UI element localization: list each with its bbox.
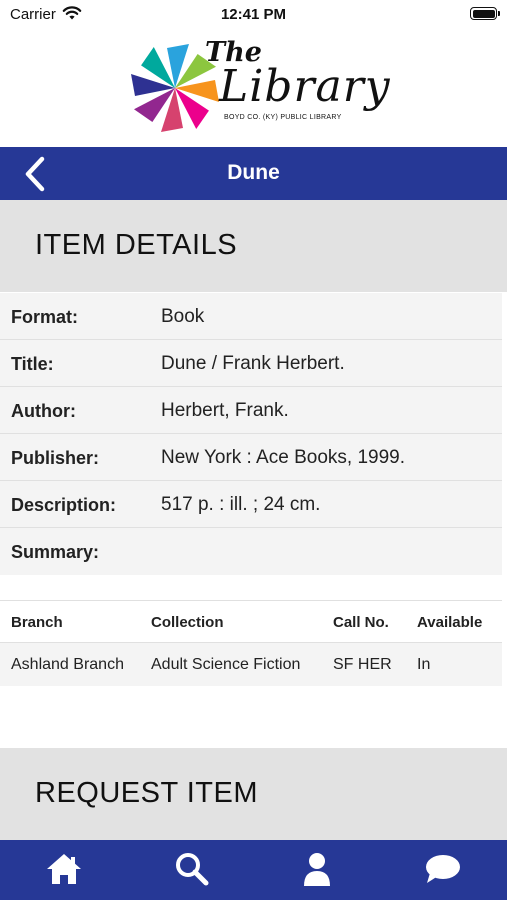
tab-search[interactable]	[172, 850, 212, 888]
item-details-table: Format: Book Title: Dune / Frank Herbert…	[0, 293, 502, 575]
holdings-header-row: Branch Collection Call No. Available	[0, 600, 502, 643]
detail-label: Summary:	[11, 542, 100, 562]
detail-label: Description:	[11, 495, 117, 515]
column-header-branch: Branch	[11, 614, 63, 631]
page-title: Dune	[227, 161, 280, 184]
detail-value: Dune / Frank Herbert.	[161, 353, 345, 374]
detail-row-publisher: Publisher: New York : Ace Books, 1999.	[0, 434, 502, 481]
item-details-header: ITEM DETAILS	[0, 200, 507, 292]
tab-chat[interactable]	[422, 850, 462, 888]
library-logo: The Library BOYD CO. (KY) PUBLIC LIBRARY	[0, 30, 507, 147]
home-icon	[47, 854, 81, 884]
detail-value: Herbert, Frank.	[161, 400, 289, 421]
detail-value: New York : Ace Books, 1999.	[161, 447, 405, 468]
detail-row-summary: Summary:	[0, 528, 502, 575]
detail-row-title: Title: Dune / Frank Herbert.	[0, 340, 502, 387]
column-header-collection: Collection	[151, 614, 224, 631]
tab-home[interactable]	[44, 850, 84, 888]
detail-row-description: Description: 517 p. : ill. ; 24 cm.	[0, 481, 502, 528]
chat-bubble-icon	[426, 855, 460, 883]
detail-label: Author:	[11, 401, 76, 421]
search-icon	[176, 853, 209, 886]
call-no-cell: SF HER	[333, 656, 392, 673]
available-cell: In	[417, 656, 431, 673]
table-row: Ashland Branch Adult Science Fiction SF …	[0, 643, 502, 686]
column-header-call-no: Call No.	[333, 614, 389, 631]
logo-library-text: Library	[219, 61, 391, 112]
user-icon	[304, 853, 330, 886]
request-item-title: REQUEST ITEM	[35, 777, 258, 809]
detail-value: 517 p. : ill. ; 24 cm.	[161, 494, 321, 515]
battery-icon	[470, 7, 500, 20]
holdings-table: Branch Collection Call No. Available Ash…	[0, 600, 502, 686]
status-bar: Carrier 12:41 PM	[0, 0, 507, 30]
detail-row-author: Author: Herbert, Frank.	[0, 387, 502, 434]
detail-label: Format:	[11, 307, 78, 327]
tab-bar	[0, 840, 507, 900]
tab-account[interactable]	[297, 850, 337, 888]
collection-cell: Adult Science Fiction	[151, 656, 301, 673]
branch-cell: Ashland Branch	[11, 656, 124, 673]
logo-subtitle: BOYD CO. (KY) PUBLIC LIBRARY	[224, 114, 342, 121]
detail-label: Publisher:	[11, 448, 100, 468]
detail-row-format: Format: Book	[0, 293, 502, 340]
item-details-title: ITEM DETAILS	[35, 229, 238, 261]
clock: 12:41 PM	[220, 6, 287, 23]
nav-bar: Dune	[0, 147, 507, 200]
request-item-section[interactable]: REQUEST ITEM	[0, 748, 507, 840]
column-header-available: Available	[417, 614, 483, 631]
detail-label: Title:	[11, 354, 54, 374]
detail-value: Book	[161, 306, 205, 327]
